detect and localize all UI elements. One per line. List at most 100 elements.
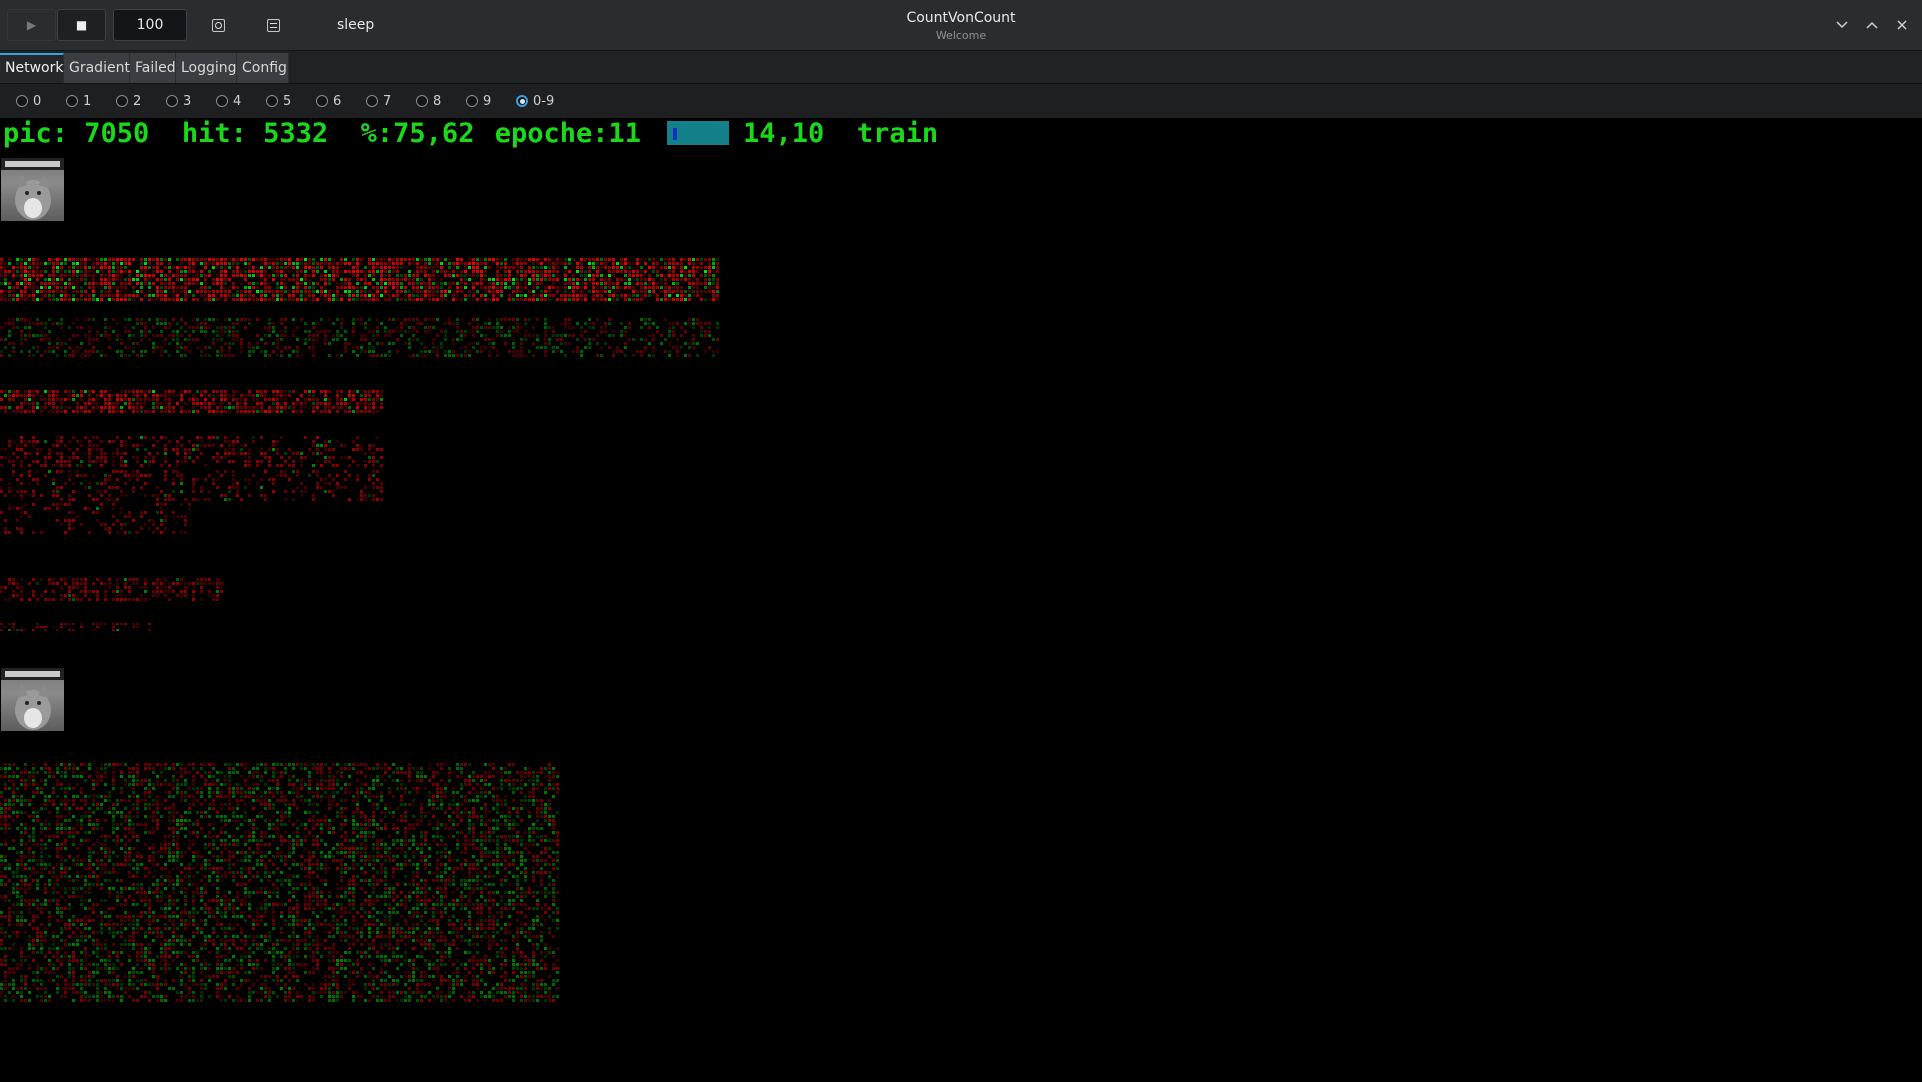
tab-logging[interactable]: Logging [176,53,237,83]
activation-cell [248,394,251,397]
activation-cell [196,338,199,341]
activation-cell [296,350,299,353]
activation-cell [460,270,463,273]
radio-digit-5[interactable]: 5 [266,92,291,110]
activation-cell [324,262,327,265]
activation-cell [388,278,391,281]
activation-cell [320,262,323,265]
activation-cell [12,322,15,325]
activation-cell [244,398,247,401]
activation-cell [368,478,371,481]
tab-failed[interactable]: Failed [130,53,176,83]
activation-cell [328,767,331,770]
radio-digit-2[interactable]: 2 [116,92,141,110]
activation-cell [16,490,19,493]
activation-cell [544,322,547,325]
minimize-button[interactable] [1832,15,1852,35]
activation-cell [504,799,507,802]
activation-cell [156,486,159,489]
activation-cell [284,274,287,277]
activation-cell [168,342,171,345]
activation-cell [260,436,263,439]
activation-cell [92,795,95,798]
activation-cell [80,286,83,289]
activation-cell [40,531,43,534]
activation-cell [100,290,103,293]
radio-digit-8[interactable]: 8 [416,92,441,110]
activation-cell [88,440,91,443]
radio-digit-9[interactable]: 9 [466,92,491,110]
activation-cell [384,779,387,782]
activation-cell [428,795,431,798]
activation-cell [164,410,167,413]
activation-cell [312,470,315,473]
activation-cell [208,775,211,778]
activation-cell [80,807,83,810]
activation-cell [560,334,563,337]
activation-cell [212,775,215,778]
radio-digit-4[interactable]: 4 [216,92,241,110]
activation-cell [264,394,267,397]
radio-digit-0[interactable]: 0 [16,92,41,110]
activation-cell [532,771,535,774]
radio-digit-7[interactable]: 7 [366,92,391,110]
activation-cell [356,799,359,802]
activation-cell [352,390,355,393]
activation-cell [480,274,483,277]
activation-cell [240,498,243,501]
activation-cell [116,394,119,397]
radio-indicator [516,95,528,107]
activation-cell [80,258,83,261]
activation-cell [116,290,119,293]
activation-cell [24,410,27,413]
activation-cell [204,402,207,405]
activation-cell [96,350,99,353]
activation-cell [416,266,419,269]
activation-cell [316,767,319,770]
tab-config[interactable]: Config [237,53,289,83]
activation-cell [384,330,387,333]
activation-cell [56,346,59,349]
activation-cell [212,436,215,439]
activation-cell [84,803,87,806]
activation-cell [132,795,135,798]
activation-cell [412,803,415,806]
radio-digit-6[interactable]: 6 [316,92,341,110]
activation-cell [480,270,483,273]
activation-cell [32,783,35,786]
activation-cell [96,795,99,798]
activation-cell [20,290,23,293]
activation-cell [112,807,115,810]
activation-cell [124,763,127,766]
activation-cell [176,440,179,443]
activation-cell [332,464,335,467]
activation-cell [80,460,83,463]
radio-digit-all[interactable]: 0-9 [516,92,554,110]
tab-network[interactable]: Network [0,53,64,83]
activation-cell [76,334,79,337]
activation-cell [168,282,171,285]
radio-label: 0 [33,93,42,109]
activation-cell [284,803,287,806]
activation-cell [348,390,351,393]
activation-cell [592,278,595,281]
activation-cell [396,787,399,790]
radio-digit-1[interactable]: 1 [66,92,91,110]
activation-cell [648,326,651,329]
close-button[interactable] [1892,15,1912,35]
activation-cell [416,270,419,273]
activation-cell [352,274,355,277]
activation-cell [272,448,275,451]
activation-cell [356,266,359,269]
activation-cell [548,266,551,269]
activation-cell [360,294,363,297]
radio-digit-3[interactable]: 3 [166,92,191,110]
activation-cell [20,783,23,786]
maximize-button[interactable] [1862,15,1882,35]
activation-cell [552,350,555,353]
activation-cell [244,803,247,806]
tab-gradient[interactable]: Gradient [64,53,130,83]
activation-cell [616,270,619,273]
activation-cell [96,594,99,597]
activation-cell [696,270,699,273]
